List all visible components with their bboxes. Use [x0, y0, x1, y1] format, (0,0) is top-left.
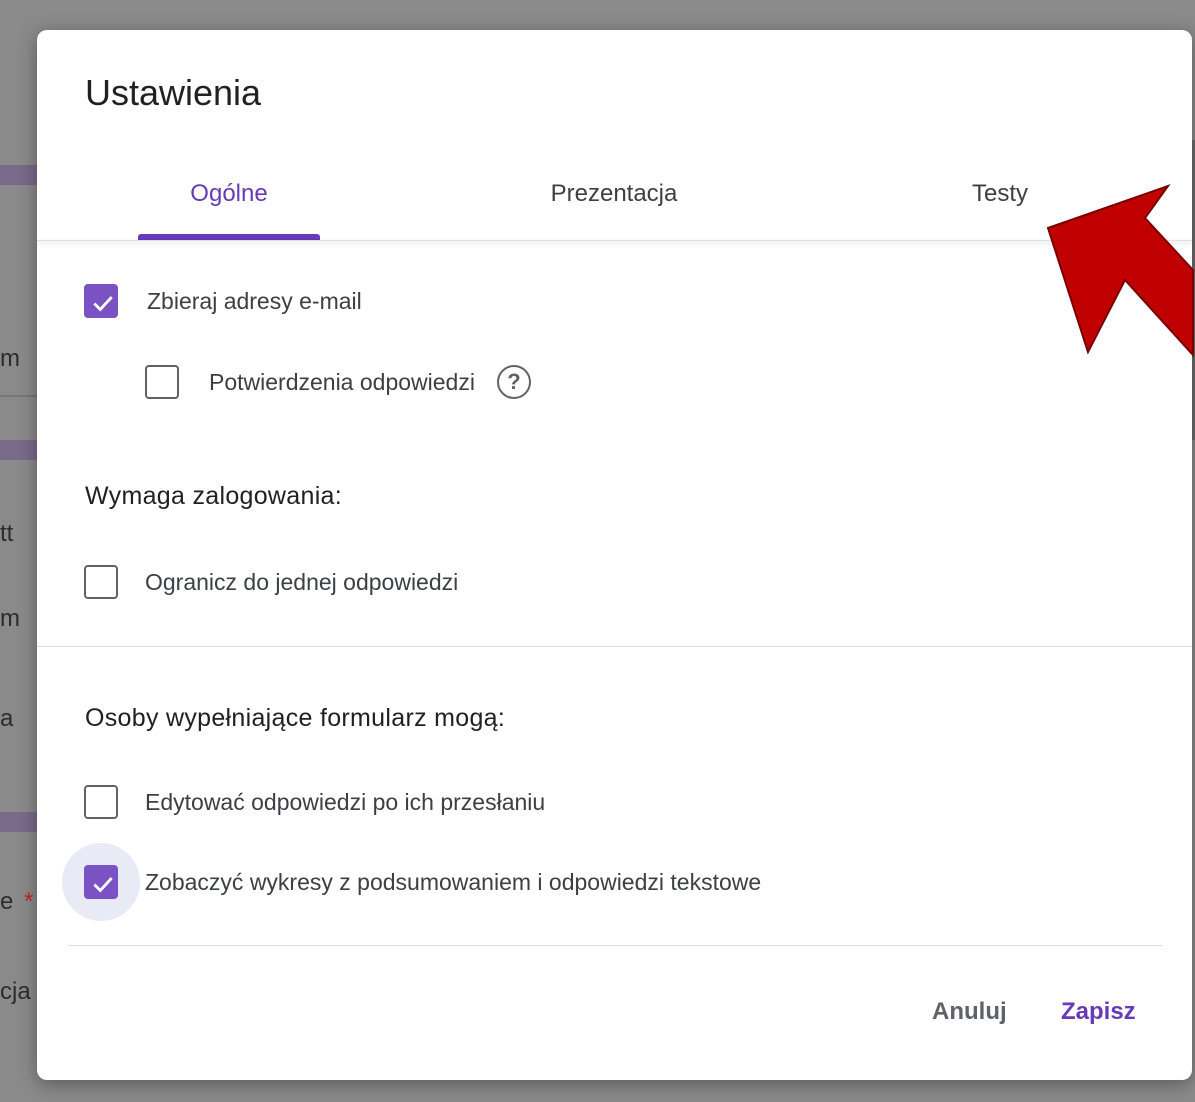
see-summary-option[interactable]: Zobaczyć wykresy z podsumowaniem i odpow…: [84, 865, 761, 899]
red-arrow-icon: [1046, 184, 1194, 358]
requires-signin-heading: Wymaga zalogowania:: [85, 482, 342, 510]
collect-emails-checkbox[interactable]: [84, 284, 118, 318]
tab-quizzes[interactable]: Testy: [972, 180, 1028, 208]
checkmark-icon: [93, 877, 113, 893]
see-summary-label: Zobaczyć wykresy z podsumowaniem i odpow…: [145, 868, 762, 895]
limit-one-response-option[interactable]: Ogranicz do jednej odpowiedzi: [84, 565, 458, 599]
limit-one-response-label: Ogranicz do jednej odpowiedzi: [145, 568, 459, 595]
response-receipts-option[interactable]: Potwierdzenia odpowiedzi ?: [145, 365, 531, 399]
background-text: cja: [0, 978, 31, 1005]
collect-emails-label: Zbieraj adresy e-mail: [147, 287, 362, 314]
tab-presentation[interactable]: Prezentacja: [551, 180, 678, 208]
background-text: m: [0, 345, 20, 372]
background-strip: [0, 165, 40, 185]
background-text: e: [0, 888, 14, 915]
section-divider: [37, 646, 1192, 647]
checkmark-icon: [93, 296, 113, 312]
help-icon[interactable]: ?: [496, 365, 531, 399]
settings-dialog: Ustawienia Ogólne Prezentacja Testy Zbie…: [37, 30, 1192, 1080]
background-text: a: [0, 705, 14, 732]
dialog-title: Ustawienia: [85, 72, 262, 113]
background-strip: [0, 440, 40, 460]
background-strip: [0, 812, 40, 832]
footer-divider: [68, 945, 1162, 946]
limit-one-response-checkbox[interactable]: [84, 565, 118, 599]
tabs-divider: [37, 240, 1192, 241]
settings-tabs: Ogólne Prezentacja Testy: [37, 170, 1192, 240]
response-receipts-checkbox[interactable]: [145, 365, 179, 399]
respondents-can-heading: Osoby wypełniające formularz mogą:: [85, 704, 506, 732]
tab-general[interactable]: Ogólne: [190, 180, 267, 208]
background-text: tt: [0, 520, 14, 547]
see-summary-checkbox[interactable]: [84, 865, 118, 899]
save-button[interactable]: Zapisz: [1061, 998, 1136, 1026]
edit-after-submit-checkbox[interactable]: [84, 785, 118, 819]
edit-after-submit-option[interactable]: Edytować odpowiedzi po ich przesłaniu: [84, 785, 545, 819]
response-receipts-label: Potwierdzenia odpowiedzi: [209, 368, 475, 395]
edit-after-submit-label: Edytować odpowiedzi po ich przesłaniu: [145, 788, 546, 815]
cancel-button[interactable]: Anuluj: [932, 998, 1007, 1026]
collect-emails-option[interactable]: Zbieraj adresy e-mail: [84, 284, 362, 318]
background-divider: [0, 395, 40, 397]
background-required-mark: *: [24, 888, 34, 915]
background-text: m: [0, 605, 20, 632]
